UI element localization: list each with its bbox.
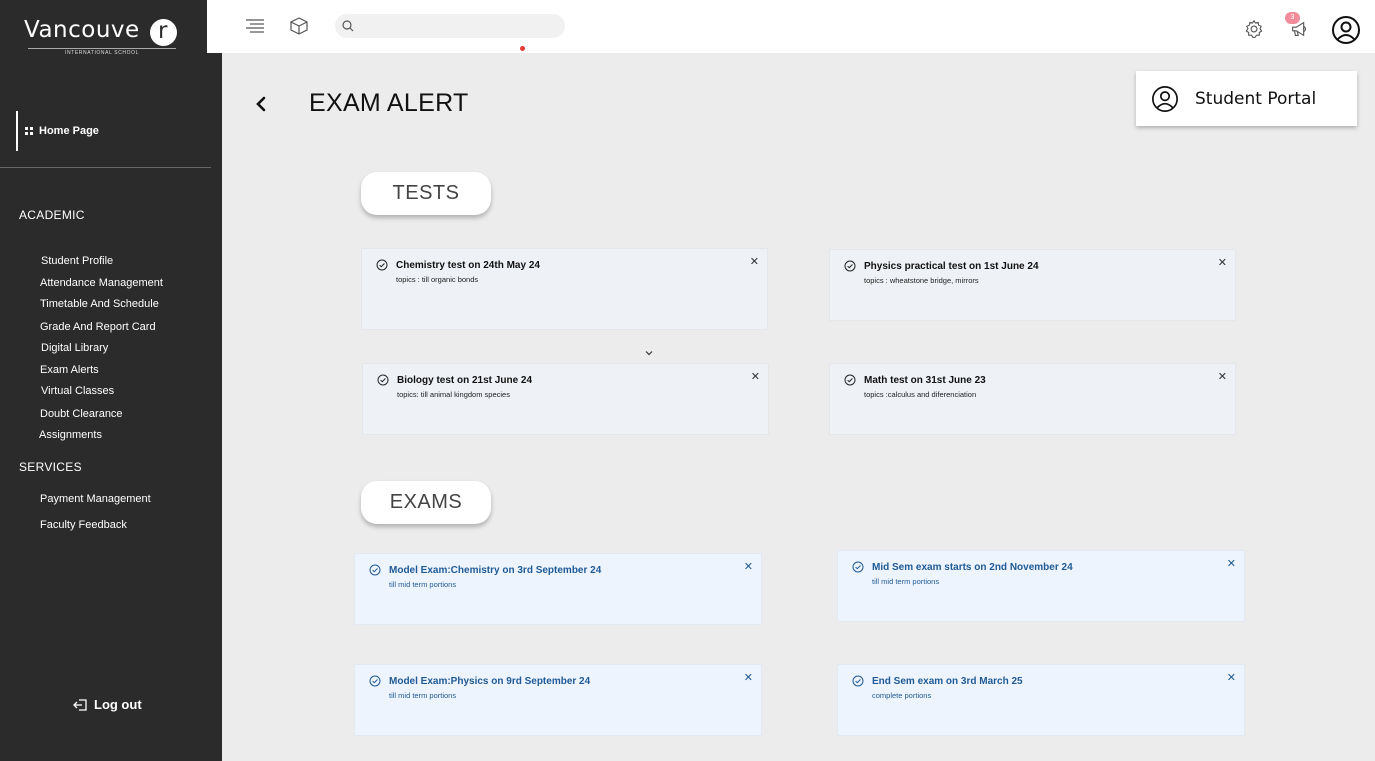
test-alert-card[interactable]: Biology test on 21st June 24 topics: til… (362, 363, 769, 435)
sidebar-item-grades[interactable]: Grade And Report Card (40, 321, 156, 333)
close-icon[interactable]: ✕ (744, 560, 753, 573)
alert-subtitle: till mid term portions (389, 580, 457, 589)
check-circle-icon (369, 675, 381, 687)
page-title: EXAM ALERT (309, 89, 469, 117)
alert-title: Model Exam:Physics on 9rd September 24 (389, 675, 591, 687)
alert-title: Model Exam:Chemistry on 3rd September 24 (389, 564, 602, 576)
sidebar-divider (0, 167, 211, 168)
check-circle-icon (844, 374, 856, 386)
logout-button[interactable]: Log out (72, 697, 142, 712)
sidebar-item-virtual-classes[interactable]: Virtual Classes (41, 385, 114, 397)
close-icon[interactable]: ✕ (751, 370, 760, 383)
logo-subtitle: INTERNATIONAL SCHOOL (28, 48, 176, 56)
student-portal-button[interactable]: Student Portal (1136, 71, 1357, 126)
sidebar-item-timetable[interactable]: Timetable And Schedule (40, 298, 159, 310)
search-input[interactable] (359, 16, 559, 36)
menu-icon[interactable] (243, 14, 267, 38)
sidebar-item-exam-alerts[interactable]: Exam Alerts (40, 364, 99, 376)
alert-title: End Sem exam on 3rd March 25 (872, 675, 1023, 687)
logo-circle-letter: r (158, 18, 168, 44)
sidebar-item-digital-library[interactable]: Digital Library (41, 342, 108, 354)
check-circle-icon (377, 374, 389, 386)
alert-subtitle: topics : wheatstone bridge, mirrors (864, 276, 979, 285)
sidebar-item-payment[interactable]: Payment Management (40, 493, 151, 505)
exam-alert-card[interactable]: Mid Sem exam starts on 2nd November 24 t… (837, 550, 1245, 622)
exam-alert-card[interactable]: Model Exam:Chemistry on 3rd September 24… (354, 553, 762, 625)
alert-subtitle: topics: till animal kingdom species (397, 390, 510, 399)
exams-section-tab[interactable]: EXAMS (361, 481, 491, 524)
notification-badge: 3 (1285, 12, 1300, 24)
indicator-dot (520, 46, 525, 51)
alert-subtitle: complete portions (872, 691, 932, 700)
school-logo[interactable]: Vancouve r INTERNATIONAL SCHOOL (24, 17, 184, 57)
alert-title: Mid Sem exam starts on 2nd November 24 (872, 561, 1073, 573)
close-icon[interactable]: ✕ (1227, 557, 1236, 570)
search-icon (342, 20, 354, 32)
check-circle-icon (852, 675, 864, 687)
alert-title: Physics practical test on 1st June 24 (864, 260, 1039, 272)
grid-icon (25, 127, 33, 135)
section-title-services: SERVICES (19, 460, 82, 474)
test-alert-card[interactable]: Physics practical test on 1st June 24 to… (829, 249, 1236, 321)
alert-title: Math test on 31st June 23 (864, 374, 986, 386)
sidebar-item-home[interactable]: Home Page (16, 111, 196, 151)
sidebar-item-attendance[interactable]: Attendance Management (40, 277, 163, 289)
cube-icon[interactable] (287, 14, 311, 38)
close-icon[interactable]: ✕ (1218, 370, 1227, 383)
close-icon[interactable]: ✕ (744, 671, 753, 684)
alert-subtitle: till mid term portions (389, 691, 457, 700)
sidebar: Vancouve r INTERNATIONAL SCHOOL Home Pag… (0, 0, 222, 761)
gear-icon[interactable] (1243, 18, 1265, 40)
check-circle-icon (376, 259, 388, 271)
alert-subtitle: topics : till organic bonds (396, 275, 479, 284)
alert-subtitle: topics :calculus and diferenciation (864, 390, 977, 399)
logout-label: Log out (94, 697, 142, 712)
back-arrow-icon[interactable] (250, 93, 272, 115)
logout-icon (73, 698, 87, 711)
sidebar-item-doubt-clearance[interactable]: Doubt Clearance (40, 408, 123, 420)
check-circle-icon (369, 564, 381, 576)
exam-alert-card[interactable]: End Sem exam on 3rd March 25 complete po… (837, 664, 1245, 736)
sidebar-item-assignments[interactable]: Assignments (39, 429, 102, 441)
chevron-down-icon[interactable] (644, 348, 654, 358)
exam-alert-card[interactable]: Model Exam:Physics on 9rd September 24 t… (354, 664, 762, 736)
top-bar: 3 (207, 0, 1375, 53)
alert-title: Biology test on 21st June 24 (397, 374, 533, 386)
search-bar[interactable] (335, 14, 565, 38)
close-icon[interactable]: ✕ (1227, 671, 1236, 684)
sidebar-item-faculty-feedback[interactable]: Faculty Feedback (40, 519, 127, 531)
user-avatar-icon[interactable] (1331, 15, 1361, 45)
sidebar-item-label: Home Page (39, 125, 99, 137)
tests-section-tab[interactable]: TESTS (361, 172, 491, 215)
check-circle-icon (852, 561, 864, 573)
close-icon[interactable]: ✕ (750, 255, 759, 268)
alert-subtitle: till mid term portions (872, 577, 940, 586)
sidebar-item-student-profile[interactable]: Student Profile (41, 255, 113, 267)
student-portal-label: Student Portal (1195, 88, 1317, 109)
alert-title: Chemistry test on 24th May 24 (396, 259, 540, 271)
test-alert-card[interactable]: Math test on 31st June 23 topics :calcul… (829, 363, 1236, 435)
section-title-academic: ACADEMIC (19, 208, 85, 222)
logo-text: Vancouve (24, 17, 140, 43)
close-icon[interactable]: ✕ (1218, 256, 1227, 269)
user-circle-icon (1152, 85, 1178, 112)
check-circle-icon (844, 260, 856, 272)
test-alert-card[interactable]: Chemistry test on 24th May 24 topics : t… (361, 248, 768, 330)
